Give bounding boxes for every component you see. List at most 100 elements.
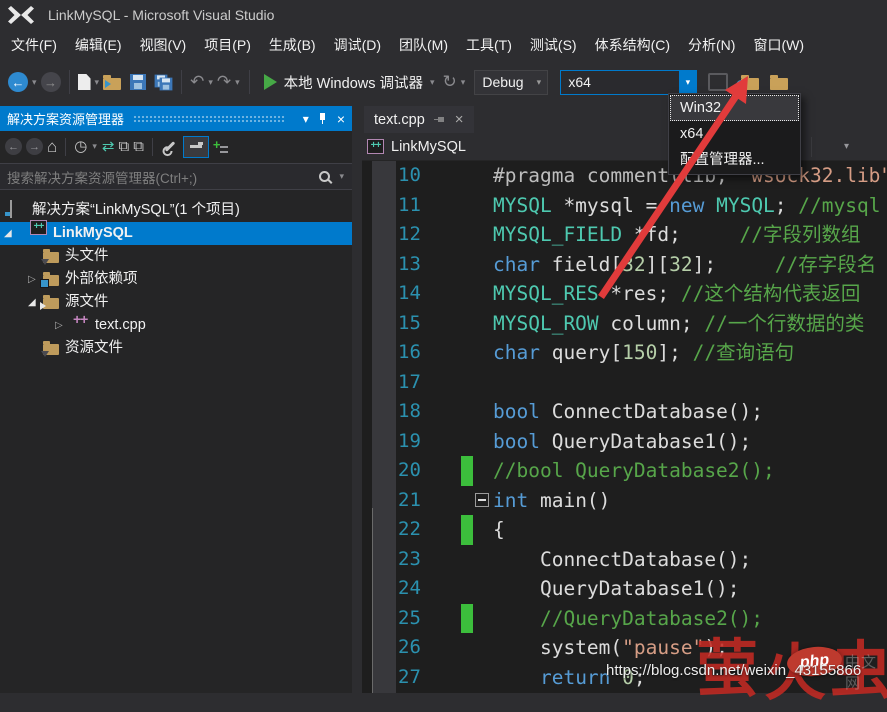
editor-navigation-bar[interactable]: ++ LinkMySQL ▾	[362, 133, 887, 161]
tree-item[interactable]: ▷++text.cpp	[0, 314, 352, 337]
save-icon[interactable]	[130, 74, 146, 90]
pending-changes-filter-icon[interactable]: ◷	[74, 138, 87, 156]
refresh-icon[interactable]: ↻	[443, 72, 457, 92]
properties-wrench-icon[interactable]	[165, 141, 176, 152]
configuration-caret-icon[interactable]: ▾	[530, 71, 547, 94]
pin-icon[interactable]	[318, 112, 328, 125]
debug-target-caret-icon[interactable]: ▾	[430, 77, 435, 88]
explorer-forward-icon[interactable]: →	[26, 138, 43, 155]
new-file-icon[interactable]	[78, 74, 91, 90]
folder-icon	[43, 275, 59, 286]
tree-item-label: 资源文件	[65, 337, 123, 360]
back-dropdown-caret-icon[interactable]: ▾	[32, 77, 37, 88]
search-options-caret-icon[interactable]: ▾	[339, 171, 344, 182]
attach-process-icon[interactable]	[708, 73, 728, 91]
menu-item[interactable]: 视图(V)	[131, 30, 196, 60]
tree-item[interactable]: ▷外部依赖项	[0, 268, 352, 291]
close-tab-icon[interactable]: ×	[455, 112, 464, 127]
chevron-collapsed-icon[interactable]: ▷	[55, 314, 63, 337]
menu-item[interactable]: 窗口(W)	[744, 30, 813, 60]
tree-item[interactable]: ◢源文件	[0, 291, 352, 314]
undo-dropdown-caret-icon[interactable]: ▾	[208, 77, 213, 88]
code-line[interactable]: 14MYSQL_RES *res; //这个结构代表返回	[362, 279, 887, 309]
find-in-files-icon[interactable]	[741, 78, 759, 90]
code-line[interactable]: 24 QueryDatabase1();	[362, 574, 887, 604]
code-line[interactable]: 10#pragma comment(lib, "wsock32.lib")	[362, 161, 887, 191]
tree-item[interactable]: 头文件	[0, 245, 352, 268]
tree-item[interactable]: ◢++LinkMySQL	[0, 222, 352, 245]
menu-item[interactable]: 文件(F)	[2, 30, 66, 60]
code-line[interactable]: 12MYSQL_FIELD *fd; //字段列数组	[362, 220, 887, 250]
menu-item[interactable]: 生成(B)	[260, 30, 325, 60]
navigate-forward-icon[interactable]: →	[41, 72, 61, 92]
start-debugging-label[interactable]: 本地 Windows 调试器	[284, 72, 423, 93]
cpp-project-icon: ++	[367, 139, 384, 154]
platform-option-x64[interactable]: x64	[670, 121, 799, 147]
code-line[interactable]: 17	[362, 368, 887, 398]
home-icon[interactable]: ⌂	[47, 138, 57, 156]
tree-item[interactable]: 资源文件	[0, 337, 352, 360]
search-icon[interactable]	[319, 171, 330, 182]
preview-code-icon[interactable]: ⧉	[133, 138, 144, 156]
code-text: //QueryDatabase2();	[493, 604, 887, 634]
platform-combobox[interactable]: x64 ▾	[560, 70, 697, 95]
window-position-caret-icon[interactable]: ▾	[303, 113, 309, 125]
code-line[interactable]: 22{	[362, 515, 887, 545]
platform-caret-icon[interactable]: ▾	[679, 71, 696, 94]
chevron-expanded-icon[interactable]: ◢	[4, 222, 12, 245]
solution-explorer-titlebar[interactable]: 解决方案资源管理器 ▾ ×	[0, 106, 352, 131]
explorer-back-icon[interactable]: ←	[5, 138, 22, 155]
code-line[interactable]: 11MYSQL *mysql = new MYSQL; //mysql	[362, 191, 887, 221]
collapse-region-icon[interactable]	[475, 493, 489, 507]
show-all-files-toggle-icon[interactable]	[183, 136, 209, 158]
code-line[interactable]: 13char field[32][32]; //存字段名	[362, 250, 887, 280]
platform-option-Win32[interactable]: Win32	[670, 95, 799, 121]
close-panel-icon[interactable]: ×	[337, 113, 345, 125]
collapse-all-icon[interactable]: +	[213, 139, 229, 155]
toolbar-edge-icon[interactable]	[770, 78, 788, 90]
undo-icon[interactable]: ↶	[190, 72, 204, 92]
code-line[interactable]: 18bool ConnectDatabase();	[362, 397, 887, 427]
menu-item[interactable]: 编辑(E)	[66, 30, 131, 60]
code-line[interactable]: 19bool QueryDatabase1();	[362, 427, 887, 457]
code-line[interactable]: 15MYSQL_ROW column; //一个行数据的类	[362, 309, 887, 339]
navigate-back-icon[interactable]: ←	[8, 72, 28, 92]
save-all-icon[interactable]	[153, 73, 173, 91]
code-line[interactable]: 21int main()	[362, 486, 887, 516]
properties-pages-icon[interactable]: ⧉	[118, 138, 129, 156]
sync-with-active-document-icon[interactable]: ⇄	[102, 138, 115, 156]
menu-item[interactable]: 体系结构(C)	[586, 30, 679, 60]
menu-item[interactable]: 测试(S)	[521, 30, 586, 60]
menu-item[interactable]: 团队(M)	[390, 30, 457, 60]
new-file-dropdown-caret-icon[interactable]: ▾	[95, 77, 100, 88]
code-line[interactable]: 25 //QueryDatabase2();	[362, 604, 887, 634]
menu-item[interactable]: 分析(N)	[679, 30, 744, 60]
visual-studio-logo-icon	[8, 3, 34, 27]
platform-option-[interactable]: 配置管理器...	[670, 147, 799, 173]
open-file-icon[interactable]	[103, 78, 121, 90]
configuration-combobox[interactable]: Debug ▾	[474, 70, 548, 95]
redo-dropdown-caret-icon[interactable]: ▾	[235, 77, 240, 88]
refresh-dropdown-caret-icon[interactable]: ▾	[461, 77, 466, 88]
chevron-expanded-icon[interactable]: ◢	[28, 291, 36, 314]
solution-search-box[interactable]: 搜索解决方案资源管理器(Ctrl+;) ▾	[0, 163, 352, 190]
code-text: char query[150]; //查询语句	[493, 338, 887, 368]
outlining-margin	[473, 397, 493, 427]
pin-tab-icon[interactable]	[434, 115, 446, 125]
redo-icon[interactable]: ↷	[217, 72, 231, 92]
tab-text-cpp[interactable]: text.cpp ×	[364, 106, 474, 133]
nav-dropdown-caret-icon[interactable]: ▾	[844, 141, 849, 152]
start-debugging-icon[interactable]	[264, 74, 277, 90]
code-line[interactable]: 23 ConnectDatabase();	[362, 545, 887, 575]
menu-item[interactable]: 工具(T)	[457, 30, 521, 60]
menu-item[interactable]: 调试(D)	[325, 30, 390, 60]
menu-item[interactable]: 项目(P)	[195, 30, 260, 60]
code-line[interactable]: 20//bool QueryDatabase2();	[362, 456, 887, 486]
tree-item[interactable]: 解决方案“LinkMySQL”(1 个项目)	[0, 199, 352, 222]
code-view[interactable]: 10#pragma comment(lib, "wsock32.lib")11M…	[362, 161, 887, 693]
code-line[interactable]: 16char query[150]; //查询语句	[362, 338, 887, 368]
outlining-margin	[473, 633, 493, 663]
outlining-margin	[473, 338, 493, 368]
chevron-collapsed-icon[interactable]: ▷	[28, 268, 36, 291]
filter-caret-icon[interactable]: ▾	[92, 141, 97, 152]
